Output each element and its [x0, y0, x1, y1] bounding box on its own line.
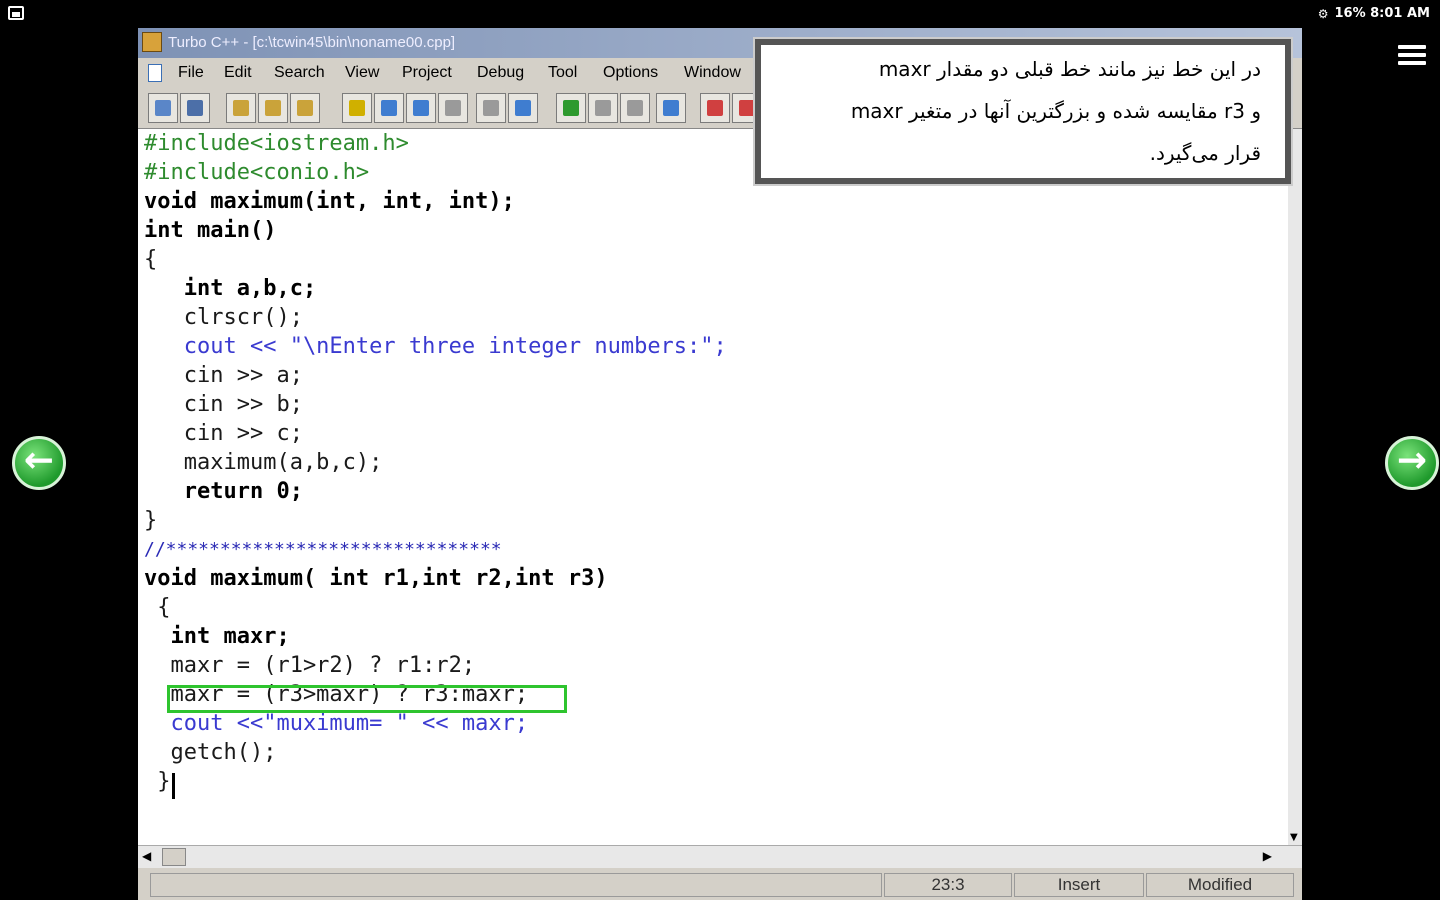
text-cursor: [172, 773, 175, 799]
scroll-down-arrow-icon[interactable]: ▼: [1290, 832, 1298, 843]
code-line-13: return 0;: [144, 479, 303, 504]
scroll-thumb[interactable]: [162, 848, 186, 866]
menu-project[interactable]: Project: [402, 64, 452, 82]
document-icon: [148, 64, 162, 82]
menu-file[interactable]: File: [178, 64, 204, 82]
code-line-9: cin >> a;: [144, 363, 303, 388]
gear-icon: ⚙: [1317, 6, 1329, 21]
horizontal-scrollbar[interactable]: ◀ ▶: [138, 845, 1302, 868]
menu-icon[interactable]: [1398, 45, 1426, 67]
step-icon[interactable]: [476, 93, 506, 123]
code-line-23: }: [144, 769, 171, 794]
status-text: 16% 8:01 AM: [1334, 6, 1430, 21]
persian-annotation-box: در این خط نیز مانند خط قبلی دو مقدار max…: [753, 37, 1293, 186]
compile-icon[interactable]: [342, 93, 372, 123]
build-icon[interactable]: [406, 93, 436, 123]
code-line-12: maximum(a,b,c);: [144, 450, 383, 475]
save-file-icon[interactable]: [180, 93, 210, 123]
code-line-8: cout << "\nEnter three integer numbers:"…: [144, 334, 727, 359]
code-line-17: {: [144, 595, 171, 620]
scroll-left-arrow-icon[interactable]: ◀: [142, 849, 151, 863]
menu-debug[interactable]: Debug: [477, 64, 524, 82]
make-icon[interactable]: [374, 93, 404, 123]
status-message: [150, 873, 882, 897]
code-line-18: int maxr;: [144, 624, 290, 649]
cut-icon[interactable]: [258, 93, 288, 123]
scroll-right-arrow-icon[interactable]: ▶: [1263, 849, 1272, 863]
menu-view[interactable]: View: [345, 64, 379, 82]
code-line-16: void maximum( int r1,int r2,int r3): [144, 566, 608, 591]
tool-icon[interactable]: [656, 93, 686, 123]
debug-icon[interactable]: [700, 93, 730, 123]
code-line-19: maxr = (r1>r2) ? r1:r2;: [144, 653, 476, 678]
annotation-line-1: در این خط نیز مانند خط قبلی دو مقدار max…: [878, 57, 1261, 81]
annotation-line-3: قرار می‌گیرد.: [1149, 141, 1261, 165]
paste-icon[interactable]: [290, 93, 320, 123]
annotation-line-2: و r3 مقایسه شده و بزرگترین آنها در متغیر…: [850, 99, 1261, 123]
code-line-7: clrscr();: [144, 305, 303, 330]
turbo-cpp-app-icon: [142, 32, 162, 52]
code-line-22: getch();: [144, 740, 277, 765]
code-line-4: int main(): [144, 218, 277, 243]
undo-icon[interactable]: [556, 93, 586, 123]
menu-search[interactable]: Search: [274, 64, 325, 82]
code-line-2: #include<conio.h>: [144, 160, 370, 185]
vertical-scrollbar[interactable]: ▼: [1288, 129, 1302, 845]
insert-mode: Insert: [1014, 873, 1144, 897]
code-line-14: }: [144, 508, 158, 533]
window-title: Turbo C++ - [c:\tcwin45\bin\noname00.cpp…: [168, 34, 456, 51]
modified-state: Modified: [1146, 873, 1294, 897]
menu-tool[interactable]: Tool: [548, 64, 577, 82]
back-arrow-icon[interactable]: ←: [12, 436, 66, 490]
code-editor[interactable]: #include<iostream.h> #include<conio.h> v…: [138, 129, 1288, 845]
code-line-15: //*******************************: [144, 539, 502, 560]
breakpoint-icon[interactable]: [588, 93, 618, 123]
code-line-11: cin >> c;: [144, 421, 303, 446]
code-line-6: int a,b,c;: [144, 276, 317, 301]
code-line-21: cout <<"muximum= " << maxr;: [144, 711, 529, 736]
highlighted-line-box: [167, 685, 567, 713]
android-status-bar: ⚙ 16% 8:01 AM: [0, 0, 1440, 28]
menu-options[interactable]: Options: [603, 64, 658, 82]
code-line-3: void maximum(int, int, int);: [144, 189, 515, 214]
menu-edit[interactable]: Edit: [224, 64, 252, 82]
gallery-icon: [8, 6, 24, 20]
code-line-5: {: [144, 247, 158, 272]
cursor-position: 23:3: [884, 873, 1012, 897]
editor-status-bar: 23:3 Insert Modified: [138, 868, 1302, 900]
copy-icon[interactable]: [226, 93, 256, 123]
help-icon[interactable]: [620, 93, 650, 123]
run-icon[interactable]: [438, 93, 468, 123]
forward-arrow-icon[interactable]: →: [1385, 436, 1439, 490]
code-line-10: cin >> b;: [144, 392, 303, 417]
menu-window[interactable]: Window: [684, 64, 741, 82]
trace-icon[interactable]: [508, 93, 538, 123]
code-line-1: #include<iostream.h>: [144, 131, 409, 156]
open-file-icon[interactable]: [148, 93, 178, 123]
status-indicators: ⚙ 16% 8:01 AM: [1318, 6, 1430, 21]
